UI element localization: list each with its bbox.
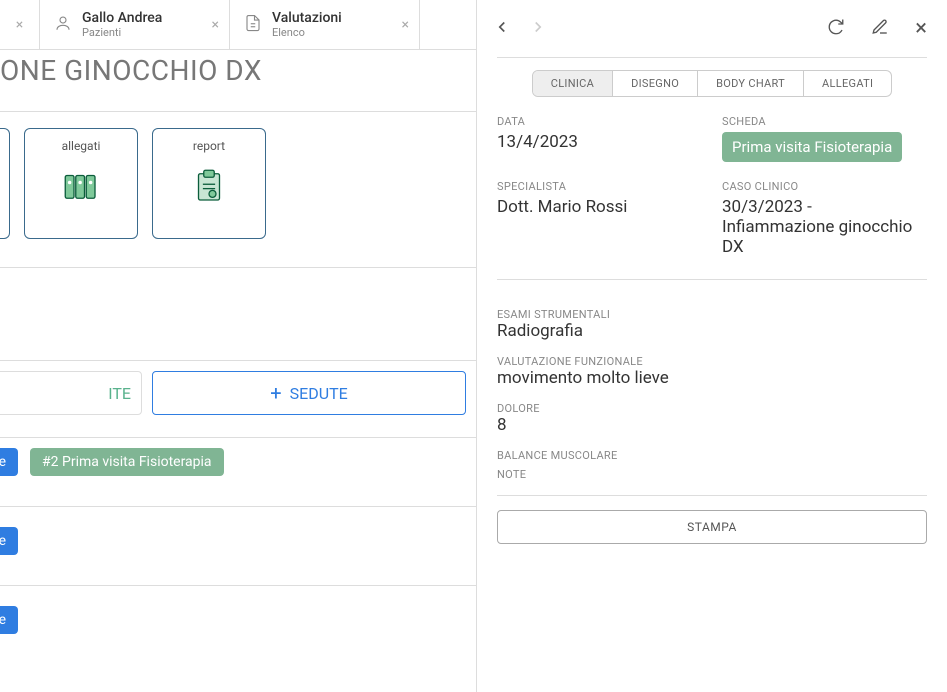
plus-icon: + (270, 381, 281, 405)
pill-visita2[interactable]: #2 Prima visita Fisioterapia (30, 448, 224, 476)
scheda-label: SCHEDA (722, 115, 927, 128)
tab-disegno[interactable]: DISEGNO (613, 71, 698, 96)
scheda-badge: Prima visita Fisioterapia (722, 132, 902, 162)
close-icon[interactable]: × (402, 17, 409, 33)
valutazione-value: movimento molto lieve (497, 368, 927, 388)
caso-label: CASO CLINICO (722, 180, 927, 193)
tab-body-chart[interactable]: BODY CHART (698, 71, 804, 96)
prev-button[interactable] (493, 18, 511, 40)
page-title: ONE GINOCCHIO DX (0, 50, 476, 99)
tab-empty (420, 0, 460, 49)
cards-row: allegati report (0, 112, 476, 255)
clipboard-icon (188, 165, 230, 207)
card-label: allegati (62, 139, 101, 153)
pill-sonore[interactable]: Sonore (0, 606, 18, 634)
tab-patient[interactable]: Gallo Andrea Pazienti × (40, 0, 230, 49)
refresh-button[interactable] (827, 18, 845, 40)
sedute-button[interactable]: + SEDUTE (152, 371, 466, 415)
close-icon[interactable]: × (915, 16, 927, 41)
balance-label: BALANCE MUSCOLARE (497, 449, 927, 462)
caso-value: 30/3/2023 - Infiammazione ginocchio DX (722, 197, 927, 257)
tab-clinica[interactable]: CLINICA (533, 71, 613, 96)
close-icon[interactable]: × (212, 17, 219, 33)
card-allegati[interactable]: allegati (24, 128, 138, 239)
tabs-bar: × Gallo Andrea Pazienti × Valutazioni E (0, 0, 476, 50)
tab-prev-close[interactable]: × (0, 0, 40, 49)
tab-valutazioni[interactable]: Valutazioni Elenco × (230, 0, 420, 49)
dolore-value: 8 (497, 415, 927, 435)
tab-subtitle: Elenco (272, 26, 342, 39)
panel-header: × (477, 0, 947, 51)
segmented-control: CLINICA DISEGNO BODY CHART ALLEGATI (532, 70, 893, 97)
close-icon[interactable]: × (16, 17, 23, 33)
next-button (529, 18, 547, 40)
folders-icon (60, 165, 102, 207)
action-row: ITE + SEDUTE (0, 361, 476, 425)
esami-value: Radiografia (497, 321, 927, 341)
pill-sonore[interactable]: Sonore (0, 527, 18, 555)
button-label: SEDUTE (290, 384, 348, 403)
visite-button[interactable]: ITE (0, 371, 142, 415)
specialista-label: SPECIALISTA (497, 180, 702, 193)
data-label: DATA (497, 115, 702, 128)
button-label: ITE (108, 384, 131, 403)
card-cut[interactable] (0, 128, 10, 239)
note-label: NOTE (497, 468, 927, 481)
card-report[interactable]: report (152, 128, 266, 239)
pill-sonore[interactable]: Sonore (0, 448, 18, 476)
tab-subtitle: Pazienti (82, 26, 162, 39)
print-button[interactable]: STAMPA (497, 510, 927, 544)
tab-title: Gallo Andrea (82, 10, 162, 26)
valutazione-label: VALUTAZIONE FUNZIONALE (497, 355, 927, 368)
dolore-label: DOLORE (497, 402, 927, 415)
tab-title: Valutazioni (272, 10, 342, 26)
edit-button[interactable] (871, 18, 889, 40)
tab-allegati[interactable]: ALLEGATI (804, 71, 891, 96)
specialista-value: Dott. Mario Rossi (497, 197, 702, 217)
esami-label: ESAMI STRUMENTALI (497, 308, 927, 321)
user-icon (54, 14, 72, 36)
card-label: report (193, 139, 225, 153)
data-value: 13/4/2023 (497, 132, 702, 152)
document-icon (244, 14, 262, 36)
